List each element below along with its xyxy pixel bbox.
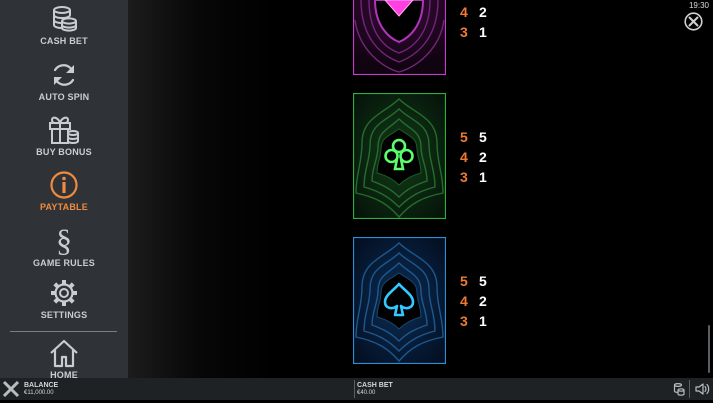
paytable-button[interactable]: PAYTABLE xyxy=(0,170,128,212)
paytable-row: 42 xyxy=(460,293,487,309)
coin-stack-icon xyxy=(53,6,77,32)
cash-bet-button[interactable]: CASH BET xyxy=(0,4,128,46)
section-icon: § xyxy=(56,222,72,256)
paytable-row: 42 xyxy=(460,149,487,165)
gear-icon xyxy=(51,280,77,306)
symbol-card-club xyxy=(353,93,446,219)
balance-value: €11,000.00 xyxy=(24,390,54,396)
settings-button[interactable]: SETTINGS xyxy=(0,278,128,320)
home-button[interactable]: HOME xyxy=(0,338,128,380)
symbol-card-diamond xyxy=(353,0,446,75)
info-icon xyxy=(50,171,78,199)
gift-icon xyxy=(49,116,79,145)
buy-bonus-label: BUY BONUS xyxy=(36,147,92,157)
speaker-icon xyxy=(695,383,710,395)
paytable-panel: 42 31 5 5 4 2 3 1 5 5 4 2 3 1 xyxy=(128,0,713,378)
bottom-bar: BALANCE €11,000.00 CASH BET €40.00 xyxy=(0,378,713,400)
balance-label: BALANCE xyxy=(24,382,59,389)
paytable-scrollbar[interactable] xyxy=(708,325,710,373)
cash-bet-label: CASH BET xyxy=(40,36,88,46)
game-rules-label: GAME RULES xyxy=(32,258,95,268)
sidebar-menu: CASH BET AUTO SPIN BUY BONUS PAYTABLE § … xyxy=(0,0,128,380)
symbol-card-spade xyxy=(353,237,446,364)
cash-bet-value: €40.00 xyxy=(357,390,376,396)
sound-button[interactable] xyxy=(694,381,710,397)
sidebar-divider xyxy=(10,331,117,332)
bar-divider xyxy=(354,380,355,398)
refresh-icon xyxy=(53,64,75,86)
bar-divider xyxy=(689,380,690,398)
close-button[interactable] xyxy=(684,12,703,31)
coins-button[interactable] xyxy=(673,382,685,396)
paytable-row: 55 xyxy=(460,273,487,289)
menu-close-button[interactable] xyxy=(2,380,20,398)
cash-bet-bar-label: CASH BET xyxy=(357,382,393,389)
paytable-label: PAYTABLE xyxy=(40,202,88,212)
coin-stack-icon xyxy=(673,383,685,396)
auto-spin-button[interactable]: AUTO SPIN xyxy=(0,60,128,102)
close-icon xyxy=(2,380,20,398)
paytable-row: 42 xyxy=(460,4,487,20)
auto-spin-label: AUTO SPIN xyxy=(38,92,90,102)
close-icon xyxy=(684,12,703,31)
home-icon xyxy=(50,339,78,368)
clock: 19:30 xyxy=(688,1,709,10)
game-rules-button[interactable]: § GAME RULES xyxy=(0,222,128,268)
paytable-row: 31 xyxy=(460,169,487,185)
settings-label: SETTINGS xyxy=(40,310,88,320)
buy-bonus-button[interactable]: BUY BONUS xyxy=(0,113,128,157)
paytable-row: 31 xyxy=(460,313,487,329)
paytable-row: 55 xyxy=(460,129,487,145)
svg-text:§: § xyxy=(56,222,72,256)
paytable-row: 31 xyxy=(460,24,487,40)
